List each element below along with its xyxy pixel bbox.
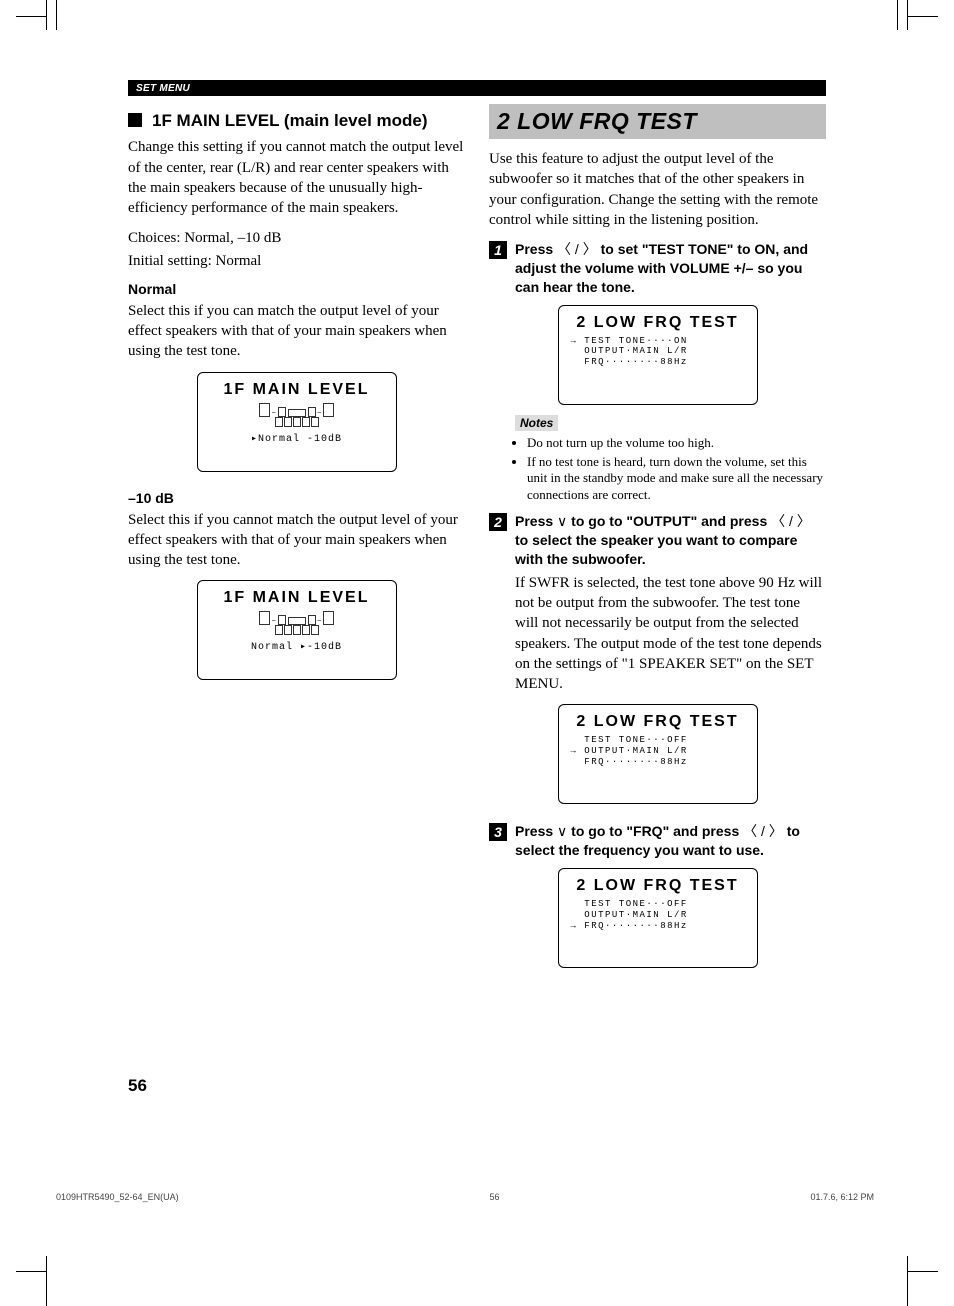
lcd-title: 2 LOW FRQ TEST	[565, 713, 751, 731]
lcd-footer: ▸Normal -10dB	[204, 433, 390, 445]
note-item: Do not turn up the volume too high.	[527, 435, 826, 452]
note-item: If no test tone is heard, turn down the …	[527, 454, 826, 505]
step-number-icon: 3	[489, 823, 507, 841]
speaker-layout-icon: ⎯⎯	[204, 611, 390, 635]
notes-label: Notes	[515, 415, 558, 431]
footer-timestamp: 01.7.6, 6:12 PM	[810, 1192, 874, 1202]
choices-text: Choices: Normal, –10 dB	[128, 228, 465, 248]
lcd-footer: Normal ▸-10dB	[204, 641, 390, 653]
step-3: 3 Press ∨ to go to "FRQ" and press 〈 / 〉…	[489, 822, 826, 860]
step-1: 1 Press 〈 / 〉 to set "TEST TONE" to ON, …	[489, 240, 826, 297]
minus10-body: Select this if you cannot match the outp…	[128, 510, 465, 571]
down-icon: ∨	[557, 513, 567, 529]
lcd-lines: → TEST TONE····ON OUTPUT·MAIN L/R FRQ···…	[565, 336, 751, 368]
section-heading: 2 LOW FRQ TEST	[489, 104, 826, 139]
initial-text: Initial setting: Normal	[128, 251, 465, 271]
intro-text: Change this setting if you cannot match …	[128, 137, 465, 218]
lcd-display-r1: 2 LOW FRQ TEST → TEST TONE····ON OUTPUT·…	[558, 305, 758, 405]
lcd-display-1: 1F MAIN LEVEL ⎯⎯ ▸Normal -10dB	[197, 372, 397, 472]
speaker-layout-icon: ⎯⎯	[204, 403, 390, 427]
page-number: 56	[128, 1076, 826, 1096]
lcd-lines: TEST TONE···OFF → OUTPUT·MAIN L/R FRQ···…	[565, 735, 751, 767]
square-bullet-icon	[128, 113, 142, 127]
notes-list: Do not turn up the volume too high. If n…	[515, 435, 826, 505]
lcd-display-r3: 2 LOW FRQ TEST TEST TONE···OFF OUTPUT·MA…	[558, 868, 758, 968]
step-number-icon: 2	[489, 513, 507, 531]
section-title-text: 1F MAIN LEVEL (main level mode)	[152, 110, 428, 131]
lcd-lines: TEST TONE···OFF OUTPUT·MAIN L/R → FRQ···…	[565, 899, 751, 931]
step-2: 2 Press ∨ to go to "OUTPUT" and press 〈 …	[489, 512, 826, 569]
normal-heading: Normal	[128, 281, 465, 297]
step-1-text: Press 〈 / 〉 to set "TEST TONE" to ON, an…	[515, 240, 826, 297]
header-bar: SET MENU	[128, 80, 826, 96]
lcd-display-r2: 2 LOW FRQ TEST TEST TONE···OFF → OUTPUT·…	[558, 704, 758, 804]
left-right-icon: 〈 / 〉	[771, 513, 811, 529]
step-2-text: Press ∨ to go to "OUTPUT" and press 〈 / …	[515, 512, 826, 569]
lcd-title: 2 LOW FRQ TEST	[565, 314, 751, 332]
step-3-text: Press ∨ to go to "FRQ" and press 〈 / 〉 t…	[515, 822, 826, 860]
right-intro: Use this feature to adjust the output le…	[489, 149, 826, 230]
section-title: 1F MAIN LEVEL (main level mode)	[128, 110, 465, 131]
lcd-title: 1F MAIN LEVEL	[204, 589, 390, 607]
footer-meta: 0109HTR5490_52-64_EN(UA) 56 01.7.6, 6:12…	[0, 1192, 954, 1202]
step-number-icon: 1	[489, 241, 507, 259]
footer-doc-id: 0109HTR5490_52-64_EN(UA)	[56, 1192, 179, 1202]
lcd-display-2: 1F MAIN LEVEL ⎯⎯ Normal ▸-10dB	[197, 580, 397, 680]
left-right-icon: 〈 / 〉	[557, 241, 597, 257]
normal-body: Select this if you can match the output …	[128, 301, 465, 362]
step-2-body: If SWFR is selected, the test tone above…	[515, 573, 826, 695]
down-icon: ∨	[557, 823, 567, 839]
right-column: 2 LOW FRQ TEST Use this feature to adjus…	[489, 100, 826, 986]
lcd-title: 2 LOW FRQ TEST	[565, 877, 751, 895]
footer-page: 56	[490, 1192, 500, 1202]
minus10-heading: –10 dB	[128, 490, 465, 506]
left-column: 1F MAIN LEVEL (main level mode) Change t…	[128, 100, 465, 986]
lcd-title: 1F MAIN LEVEL	[204, 381, 390, 399]
header-label: SET MENU	[128, 83, 190, 94]
left-right-icon: 〈 / 〉	[743, 823, 783, 839]
